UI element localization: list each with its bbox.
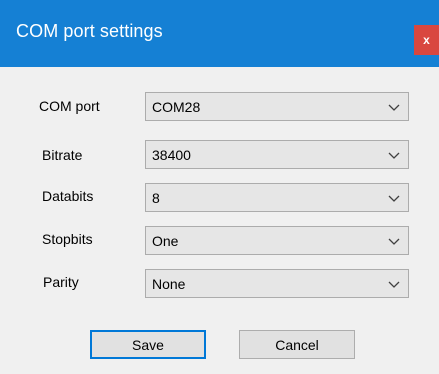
stopbits-label: Stopbits <box>42 231 93 247</box>
cancel-button-label: Cancel <box>275 336 319 353</box>
parity-select[interactable]: None <box>145 269 409 298</box>
chevron-down-icon <box>388 238 400 245</box>
chevron-down-icon <box>388 152 400 159</box>
save-button[interactable]: Save <box>90 330 206 359</box>
databits-value: 8 <box>152 190 160 206</box>
stopbits-value: One <box>152 233 179 249</box>
chevron-down-icon <box>388 281 400 288</box>
parity-value: None <box>152 276 186 292</box>
databits-label: Databits <box>42 188 94 204</box>
bitrate-label: Bitrate <box>42 147 83 163</box>
chevron-down-icon <box>388 195 400 202</box>
chevron-down-icon <box>388 104 400 111</box>
databits-select[interactable]: 8 <box>145 183 409 212</box>
close-icon: x <box>423 33 430 47</box>
com-port-select[interactable]: COM28 <box>145 92 409 121</box>
title-bar: COM port settings x <box>0 0 439 67</box>
stopbits-select[interactable]: One <box>145 226 409 255</box>
com-port-label: COM port <box>39 98 100 114</box>
com-port-value: COM28 <box>152 99 201 115</box>
cancel-button[interactable]: Cancel <box>239 330 355 359</box>
window-title: COM port settings <box>16 21 163 41</box>
save-button-label: Save <box>132 336 164 353</box>
close-button[interactable]: x <box>414 25 439 55</box>
parity-label: Parity <box>43 274 79 290</box>
bitrate-value: 38400 <box>152 147 191 163</box>
bitrate-select[interactable]: 38400 <box>145 140 409 169</box>
